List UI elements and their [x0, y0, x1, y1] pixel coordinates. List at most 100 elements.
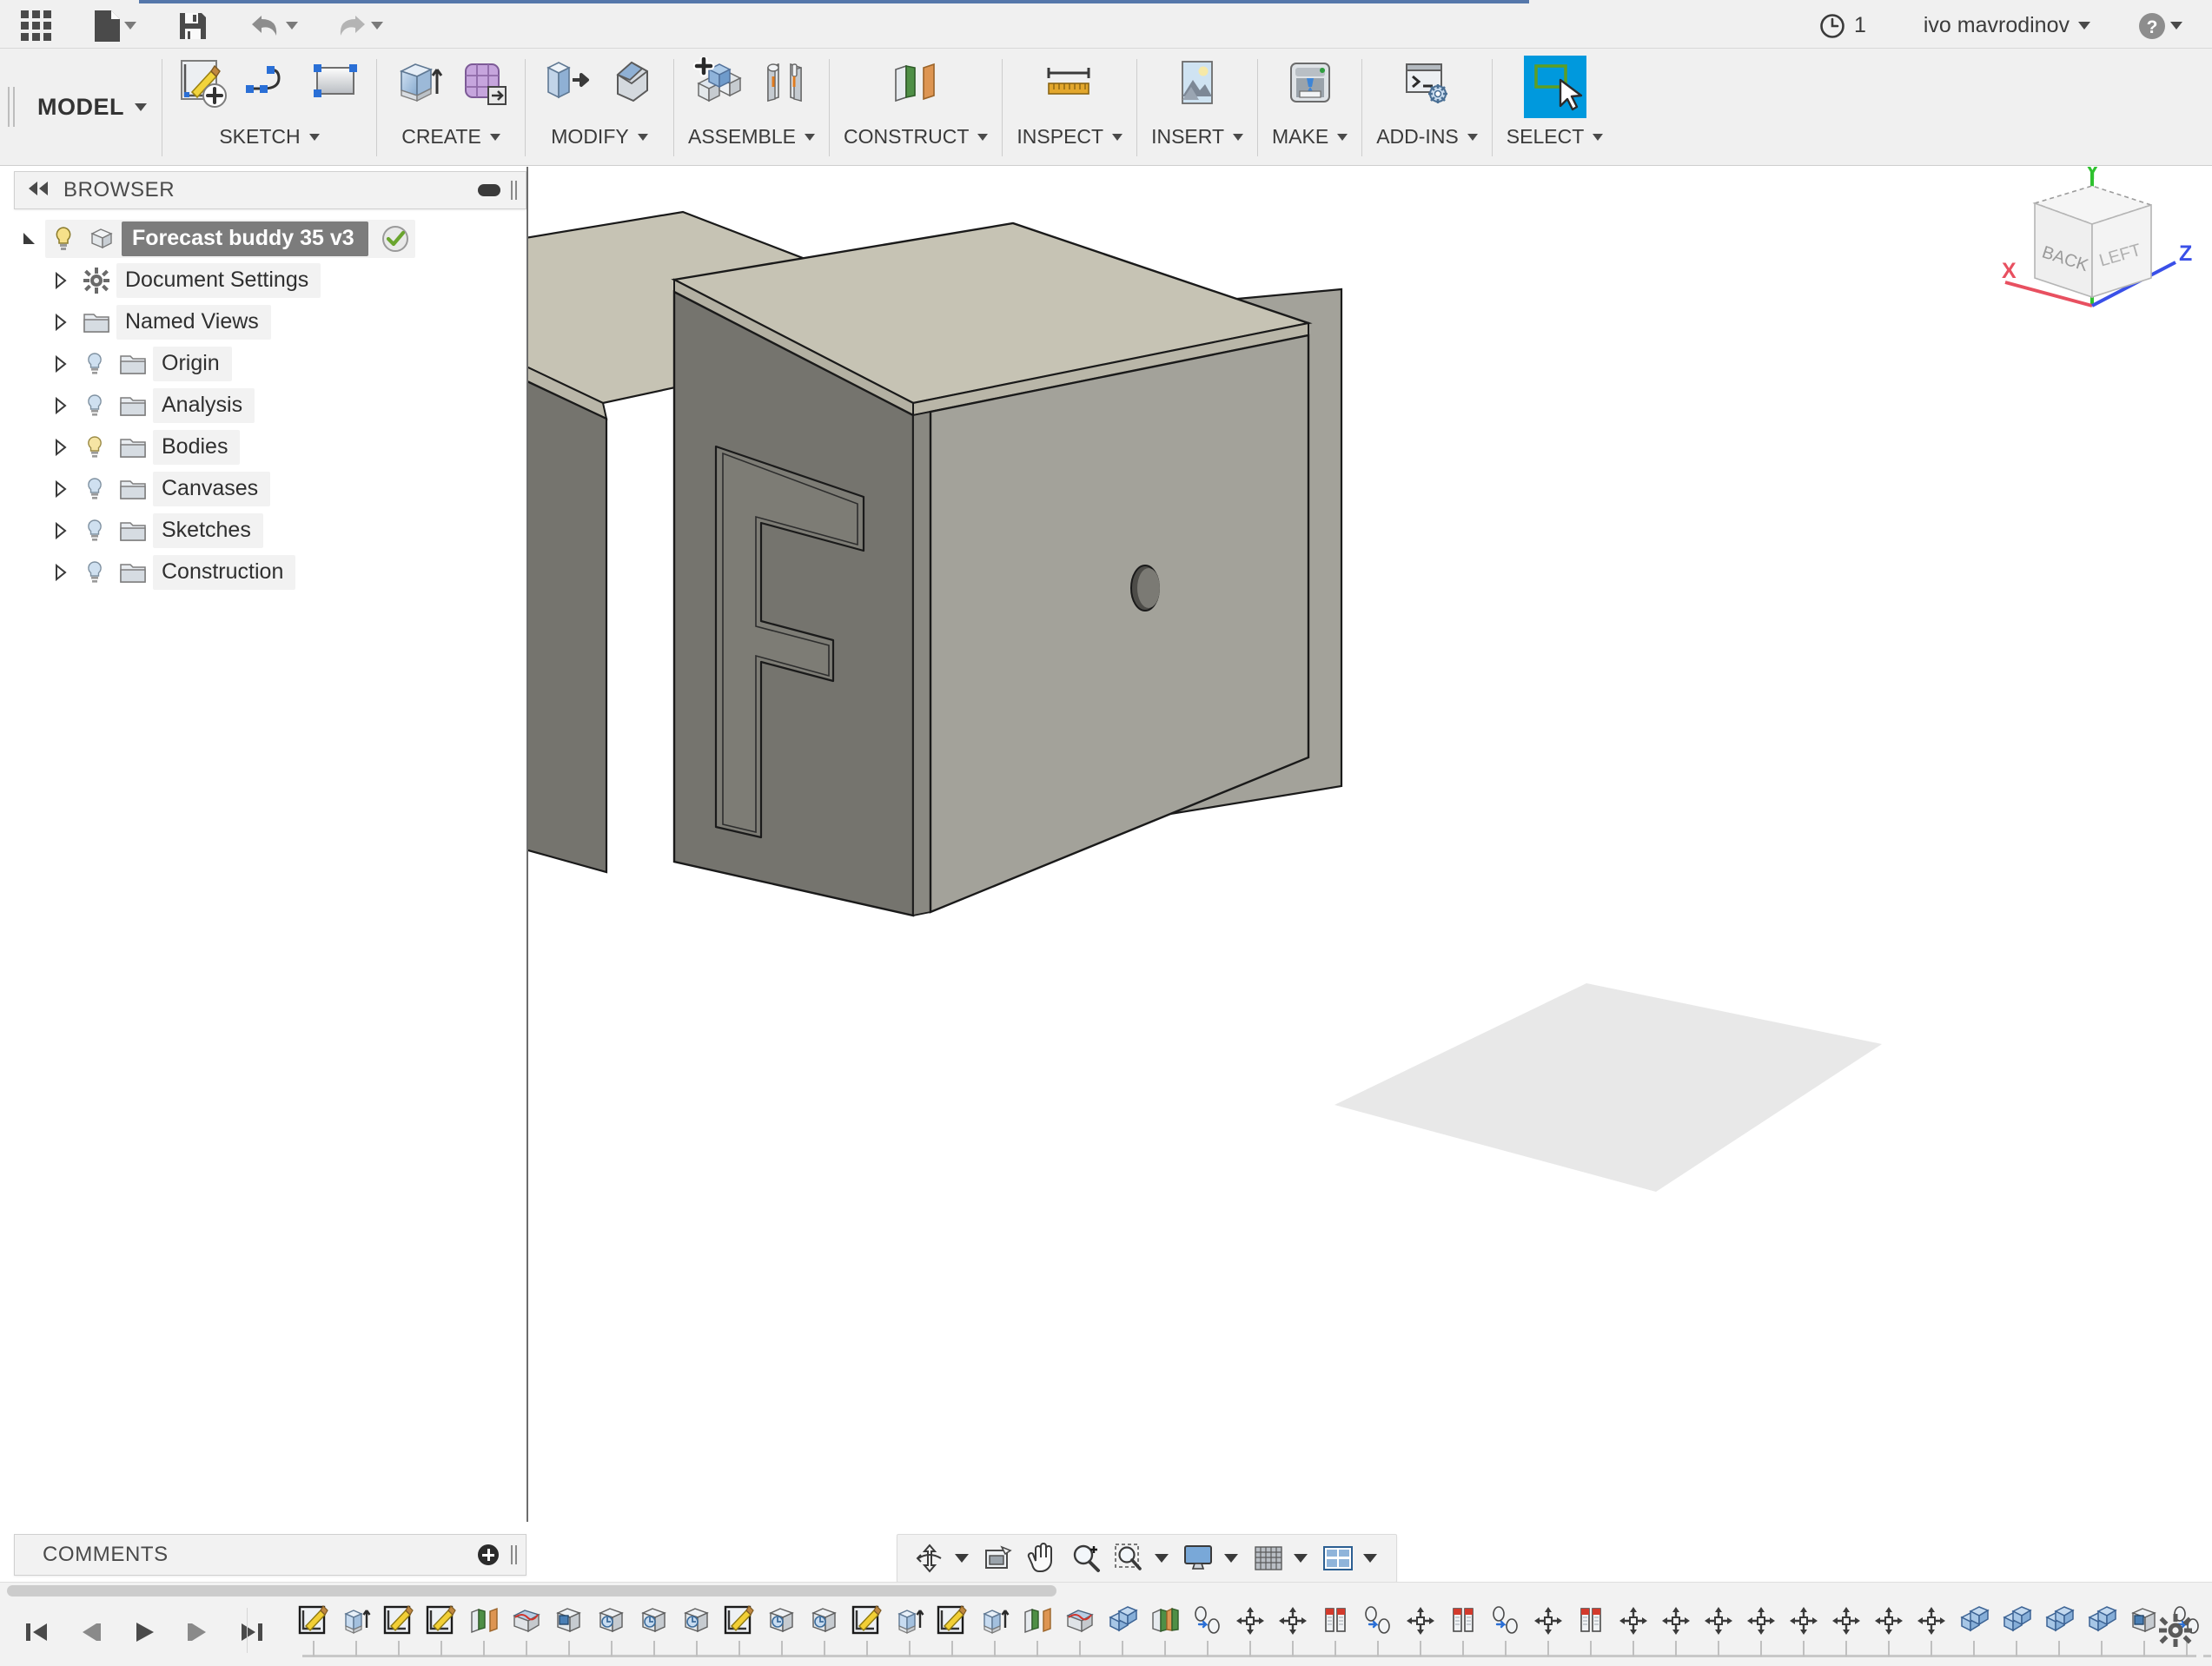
- expand-arrow-icon[interactable]: [45, 439, 76, 456]
- timeline-feature-joint-icon[interactable]: [1314, 1603, 1356, 1656]
- timeline-feature-revolve-icon[interactable]: [590, 1603, 632, 1656]
- timeline-feature-move-icon[interactable]: [1867, 1603, 1910, 1656]
- ribbon-panel-label-addins[interactable]: ADD-INS: [1376, 125, 1478, 149]
- zoom-dropdown-caret[interactable]: [1155, 1554, 1169, 1563]
- timeline-feature-move-icon[interactable]: [1782, 1603, 1825, 1656]
- timeline-feature-extrude-icon[interactable]: [334, 1603, 377, 1656]
- look-at-icon[interactable]: [979, 1538, 1019, 1578]
- timeline-feature-combine-icon[interactable]: [1101, 1603, 1143, 1656]
- ribbon-panel-label-inspect[interactable]: INSPECT: [1017, 125, 1123, 149]
- timeline-feature-sketch-icon[interactable]: [292, 1603, 334, 1656]
- orbit-icon[interactable]: [910, 1538, 950, 1578]
- resize-grip-icon[interactable]: [511, 1545, 517, 1564]
- timeline-feature-extrude-icon[interactable]: [973, 1603, 1016, 1656]
- timeline-feature-plane-icon[interactable]: [462, 1603, 505, 1656]
- 3d-print-icon[interactable]: [1283, 56, 1337, 109]
- lightbulb-off-icon[interactable]: [76, 352, 113, 376]
- timeline-feature-joint-icon[interactable]: [1441, 1603, 1484, 1656]
- timeline-feature-move-icon[interactable]: [1697, 1603, 1739, 1656]
- timeline-feature-split-face-icon[interactable]: [1058, 1603, 1101, 1656]
- offset-plane-icon[interactable]: [881, 56, 950, 109]
- user-menu-button[interactable]: ivo mavrodinov: [1915, 7, 2099, 45]
- lightbulb-on-icon[interactable]: [76, 435, 113, 459]
- timeline-feature-move-icon[interactable]: [1612, 1603, 1654, 1656]
- expand-arrow-icon[interactable]: [45, 355, 76, 373]
- redo-icon[interactable]: [326, 7, 392, 45]
- timeline-feature-revolve-icon[interactable]: [675, 1603, 718, 1656]
- model-viewport[interactable]: [527, 167, 2212, 1522]
- tree-item-canvases[interactable]: Canvases: [14, 468, 527, 510]
- tree-item-analysis[interactable]: Analysis: [14, 385, 527, 426]
- new-component-icon[interactable]: [692, 56, 745, 109]
- ribbon-panel-label-modify[interactable]: MODIFY: [551, 125, 648, 149]
- workspace-switcher[interactable]: MODEL: [23, 49, 162, 165]
- lightbulb-off-icon[interactable]: [76, 519, 113, 543]
- pan-hand-icon[interactable]: [1023, 1538, 1063, 1578]
- zoom-window-icon[interactable]: [1109, 1538, 1149, 1578]
- timeline-scrollbar[interactable]: [0, 1582, 2212, 1597]
- step-back-icon[interactable]: [73, 1615, 108, 1649]
- sketch-rectangle-icon[interactable]: [308, 56, 362, 109]
- timeline-feature-combine-icon[interactable]: [2037, 1603, 2080, 1656]
- model-canvas[interactable]: BACK LEFT X Y Z: [527, 167, 2212, 1522]
- expand-arrow-icon[interactable]: [45, 480, 76, 498]
- timeline-feature-plane-icon[interactable]: [1016, 1603, 1058, 1656]
- tree-item-document-settings[interactable]: Document Settings: [14, 260, 527, 301]
- grid-snaps-icon[interactable]: [1248, 1538, 1288, 1578]
- timeline-track[interactable]: [292, 1597, 2212, 1666]
- go-to-end-icon[interactable]: [235, 1615, 269, 1649]
- expand-arrow-icon[interactable]: [45, 564, 76, 581]
- timeline-feature-combine-icon[interactable]: [1995, 1603, 2037, 1656]
- ribbon-panel-label-select[interactable]: SELECT: [1507, 125, 1604, 149]
- expand-arrow-icon[interactable]: [45, 522, 76, 539]
- timeline-feature-sketch-icon[interactable]: [377, 1603, 420, 1656]
- display-dropdown-caret[interactable]: [1224, 1554, 1238, 1563]
- timeline-feature-sketch-icon[interactable]: [718, 1603, 760, 1656]
- ribbon-panel-label-sketch[interactable]: SKETCH: [219, 125, 320, 149]
- scripts-addins-icon[interactable]: [1400, 56, 1454, 109]
- ribbon-panel-label-construct[interactable]: CONSTRUCT: [844, 125, 989, 149]
- new-file-icon[interactable]: [84, 7, 145, 45]
- timeline-feature-rigid-group-icon[interactable]: [1186, 1603, 1229, 1656]
- timeline-feature-sketch-icon[interactable]: [420, 1603, 462, 1656]
- add-comment-icon[interactable]: [478, 1544, 499, 1565]
- lightbulb-off-icon[interactable]: [76, 477, 113, 501]
- viewports-dropdown-caret[interactable]: [1363, 1554, 1377, 1563]
- minimize-icon[interactable]: [478, 184, 500, 196]
- timeline-feature-joint-icon[interactable]: [1569, 1603, 1612, 1656]
- timeline-feature-sketch-icon[interactable]: [845, 1603, 888, 1656]
- lightbulb-on-icon[interactable]: [45, 226, 82, 252]
- timeline-feature-move-icon[interactable]: [1271, 1603, 1314, 1656]
- zoom-in-icon[interactable]: [1066, 1538, 1106, 1578]
- timeline-feature-canvas-image-icon[interactable]: [2208, 1603, 2212, 1656]
- expand-arrow-icon[interactable]: [45, 314, 76, 331]
- create-form-icon[interactable]: [457, 56, 511, 109]
- save-icon[interactable]: [169, 7, 216, 45]
- timeline-settings-gear-icon[interactable]: [2158, 1613, 2193, 1652]
- timeline-feature-revolve-icon[interactable]: [632, 1603, 675, 1656]
- expand-arrow-icon[interactable]: [45, 272, 76, 289]
- lightbulb-off-icon[interactable]: [76, 393, 113, 418]
- timeline-feature-component-icon[interactable]: [547, 1603, 590, 1656]
- tree-item-origin[interactable]: Origin: [14, 343, 527, 385]
- select-window-icon[interactable]: [1523, 56, 1586, 118]
- orbit-dropdown-caret[interactable]: [955, 1554, 969, 1563]
- timeline-feature-sketch-icon[interactable]: [930, 1603, 973, 1656]
- help-menu-button[interactable]: ?: [2129, 7, 2191, 45]
- timeline-feature-move-icon[interactable]: [1399, 1603, 1441, 1656]
- timeline-feature-revolve-icon[interactable]: [760, 1603, 803, 1656]
- sketch-spline-icon[interactable]: [242, 56, 296, 109]
- view-cube[interactable]: BACK LEFT X Y Z: [1990, 167, 2198, 314]
- job-status-button[interactable]: 1: [1811, 7, 1875, 45]
- play-icon[interactable]: [127, 1615, 162, 1649]
- ribbon-grip[interactable]: [0, 49, 23, 165]
- ribbon-panel-label-assemble[interactable]: ASSEMBLE: [688, 125, 815, 149]
- press-pull-icon[interactable]: [540, 56, 593, 109]
- collapse-left-icon[interactable]: [27, 181, 50, 201]
- ribbon-panel-label-create[interactable]: CREATE: [401, 125, 500, 149]
- timeline-feature-move-icon[interactable]: [1527, 1603, 1569, 1656]
- apps-grid-icon[interactable]: [12, 7, 60, 45]
- expand-arrow-icon[interactable]: [45, 397, 76, 414]
- timeline-scrollbar-thumb[interactable]: [7, 1585, 1056, 1597]
- timeline-feature-move-icon[interactable]: [1739, 1603, 1782, 1656]
